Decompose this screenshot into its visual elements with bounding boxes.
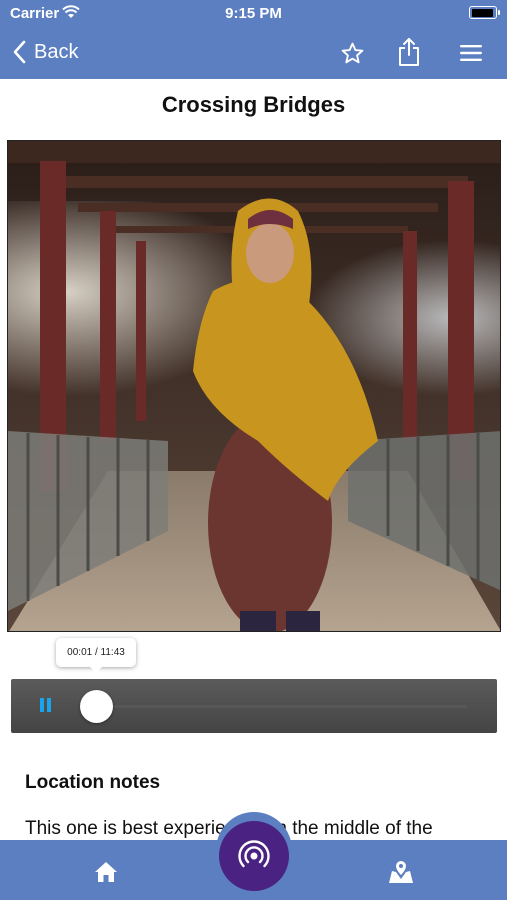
pause-icon <box>40 698 44 712</box>
back-label: Back <box>34 40 79 63</box>
time-tooltip: 00:01 / 11:43 <box>56 638 136 673</box>
hero-image <box>7 140 501 632</box>
status-bar: Carrier 9:15 PM <box>0 0 507 28</box>
chevron-left-icon <box>13 40 26 64</box>
clock: 9:15 PM <box>225 5 282 22</box>
listen-button[interactable] <box>219 821 289 891</box>
pause-icon-bar <box>47 698 51 712</box>
share-icon[interactable] <box>396 37 422 67</box>
battery-icon <box>469 6 500 19</box>
navigation-bar: Back <box>0 28 507 79</box>
back-button[interactable]: Back <box>12 40 78 64</box>
listen-icon <box>238 840 270 868</box>
pause-button[interactable] <box>40 698 52 712</box>
audio-player <box>11 679 497 733</box>
map-icon[interactable] <box>388 860 414 884</box>
page-title: Crossing Bridges <box>161 92 346 117</box>
photo-icon <box>8 141 500 631</box>
seek-thumb[interactable] <box>80 690 113 723</box>
home-icon[interactable] <box>94 861 118 883</box>
seek-track[interactable] <box>96 705 467 708</box>
menu-icon[interactable] <box>459 43 483 63</box>
star-icon[interactable] <box>340 41 365 66</box>
location-notes-heading: Location notes <box>25 772 161 793</box>
